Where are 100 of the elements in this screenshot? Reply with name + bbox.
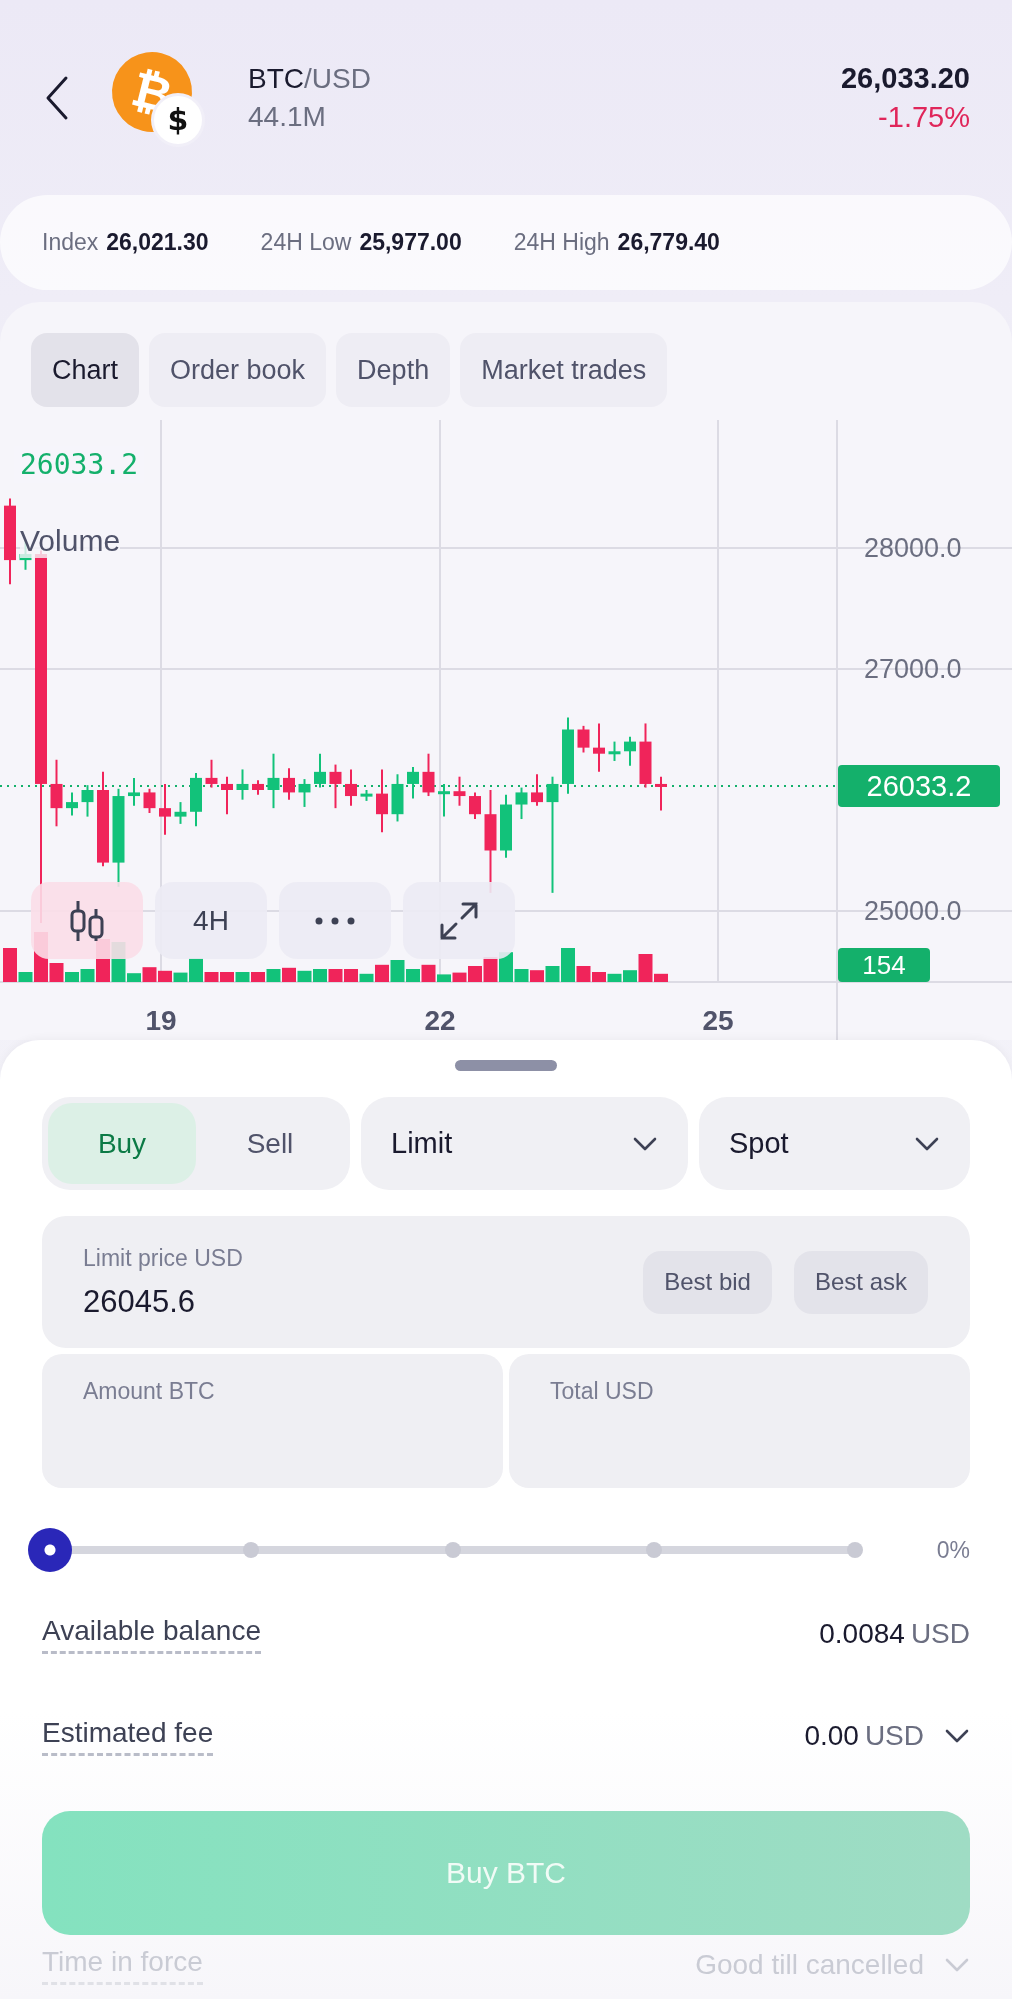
side-option[interactable]: Sell bbox=[196, 1103, 344, 1184]
candle bbox=[143, 787, 156, 814]
field-label: Limit price USD bbox=[83, 1244, 244, 1272]
amount-field[interactable]: Amount BTC bbox=[42, 1354, 503, 1488]
unit-label: USD bbox=[864, 1720, 924, 1752]
volume-bar bbox=[282, 967, 296, 982]
stat-label: 24H High bbox=[513, 229, 610, 256]
slider-thumb[interactable] bbox=[28, 1528, 72, 1572]
stat-value: 26,021.30 bbox=[106, 229, 209, 256]
candle bbox=[314, 752, 326, 789]
candle bbox=[639, 722, 652, 789]
candle bbox=[531, 773, 543, 807]
candle bbox=[81, 784, 94, 818]
expand-icon bbox=[439, 900, 479, 941]
pair-quote: /USD bbox=[304, 62, 371, 94]
axis-label: 28000.0 bbox=[864, 532, 962, 564]
candle bbox=[453, 775, 466, 807]
candle bbox=[577, 724, 590, 754]
axis-label: 19 bbox=[145, 1005, 177, 1037]
candle bbox=[128, 776, 140, 807]
back-icon[interactable] bbox=[44, 74, 70, 121]
quick-price-button[interactable]: Best bid bbox=[643, 1250, 772, 1314]
field-label: Total USD bbox=[550, 1378, 655, 1405]
pair-base: BTC bbox=[248, 62, 304, 94]
more-icon bbox=[315, 916, 355, 925]
quick-price-button[interactable]: Best ask bbox=[793, 1250, 928, 1314]
volume-bar bbox=[530, 970, 544, 982]
volume-bar bbox=[266, 969, 281, 982]
candle bbox=[159, 782, 171, 836]
slider-step-dot bbox=[645, 1542, 662, 1558]
side-option[interactable]: Buy bbox=[48, 1103, 196, 1184]
candle bbox=[298, 778, 311, 808]
volume-text: 44.1M bbox=[248, 100, 327, 133]
axis-label: 25 bbox=[702, 1005, 734, 1037]
candle bbox=[283, 767, 295, 801]
stat-label: 24H Low bbox=[260, 229, 352, 256]
candle bbox=[174, 801, 187, 825]
axis-label: 25000.0 bbox=[864, 895, 962, 927]
candle bbox=[66, 791, 78, 817]
stat-value: 25,977.00 bbox=[359, 229, 462, 256]
candle bbox=[469, 791, 481, 821]
price-tag: 26033.2 bbox=[838, 765, 1000, 807]
info-label: Estimated fee bbox=[42, 1716, 214, 1756]
candle bbox=[376, 768, 388, 834]
candle bbox=[221, 775, 233, 816]
info-value: 0.0084 bbox=[819, 1618, 905, 1650]
candle bbox=[345, 768, 357, 807]
candle bbox=[391, 773, 404, 823]
candle bbox=[624, 735, 636, 767]
candle bbox=[252, 779, 264, 796]
candle bbox=[267, 752, 280, 810]
candle bbox=[205, 758, 218, 789]
field-label: Amount BTC bbox=[83, 1378, 216, 1405]
candle bbox=[407, 766, 419, 800]
candle bbox=[515, 786, 528, 821]
volume-bar bbox=[220, 972, 234, 982]
market-dropdown[interactable]: Spot bbox=[699, 1097, 970, 1190]
candle bbox=[608, 740, 621, 762]
order-type-dropdown[interactable]: Limit bbox=[361, 1097, 688, 1190]
interval-button[interactable]: 4H bbox=[155, 882, 267, 959]
axis-label: 22 bbox=[424, 1005, 456, 1037]
candle bbox=[500, 793, 512, 859]
drag-handle[interactable] bbox=[455, 1060, 557, 1071]
info-label: Available balance bbox=[42, 1614, 261, 1654]
slider-step-dot bbox=[444, 1542, 461, 1558]
candle bbox=[236, 768, 249, 801]
candle bbox=[360, 789, 373, 802]
chevron-down-icon bbox=[914, 1135, 940, 1152]
candle bbox=[190, 772, 202, 828]
candle bbox=[329, 763, 342, 810]
candle bbox=[655, 775, 667, 812]
candle bbox=[438, 782, 450, 818]
candles-icon bbox=[69, 898, 105, 943]
unit-label: USD bbox=[910, 1618, 970, 1650]
tab[interactable]: Chart bbox=[31, 333, 140, 407]
candles-button[interactable] bbox=[31, 882, 143, 959]
tab[interactable]: Order book bbox=[149, 333, 327, 407]
tab[interactable]: Depth bbox=[336, 333, 451, 407]
limit-price-field[interactable]: Limit price USD 26045.6 Best bid Best ask bbox=[42, 1216, 970, 1348]
tab[interactable]: Market trades bbox=[460, 333, 668, 407]
slider-step-dot bbox=[847, 1542, 863, 1558]
candle bbox=[50, 758, 63, 828]
total-field[interactable]: Total USD bbox=[509, 1354, 970, 1488]
info-value: 0.00 bbox=[804, 1720, 859, 1752]
change-text: -1.75% bbox=[878, 100, 970, 134]
volume-bar bbox=[158, 970, 172, 982]
volume-bar bbox=[297, 970, 312, 982]
volume-tag: 154 bbox=[838, 948, 930, 982]
volume-bar bbox=[607, 973, 622, 982]
volume-bar bbox=[313, 969, 327, 982]
candle bbox=[593, 722, 605, 773]
expand-button[interactable] bbox=[403, 882, 515, 959]
price-text: 26,033.20 bbox=[841, 61, 970, 95]
slider-reading: 0% bbox=[936, 1536, 970, 1564]
slider-step-dot bbox=[243, 1542, 260, 1558]
volume-bar bbox=[328, 969, 343, 982]
chevron-down-icon bbox=[632, 1135, 658, 1152]
candle bbox=[422, 752, 435, 798]
volume-bar bbox=[251, 972, 265, 982]
stat-value: 26,779.40 bbox=[617, 229, 720, 256]
